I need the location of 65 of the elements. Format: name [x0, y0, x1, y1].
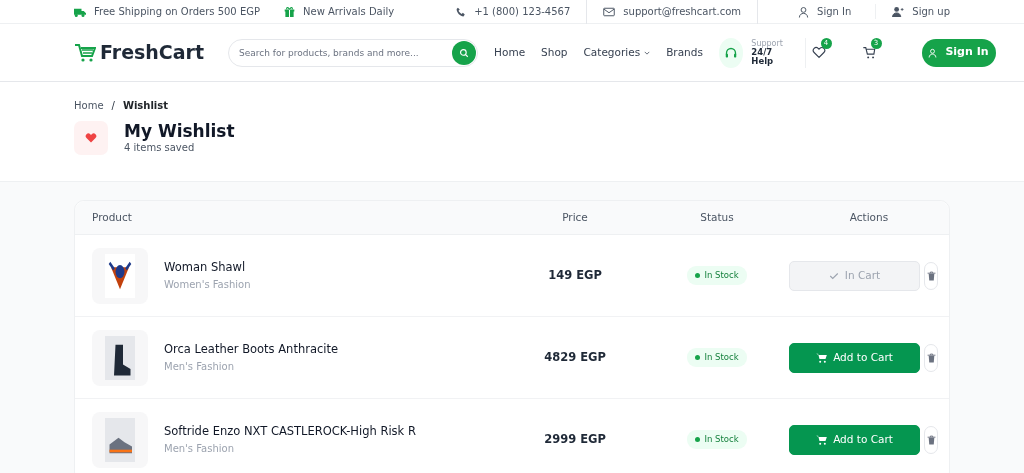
product-category: Men's Fashion	[164, 359, 235, 374]
trash-icon	[926, 352, 936, 363]
product-category: Women's Fashion	[164, 277, 251, 292]
nav-link[interactable]: Brands	[666, 44, 703, 61]
heart-icon	[84, 132, 98, 144]
stock-badge: In Stock	[687, 348, 747, 367]
nav-link[interactable]: Categories	[583, 44, 651, 61]
user-plus-icon	[892, 6, 905, 17]
arrivals-text: New Arrivals Daily	[303, 5, 395, 19]
price-text: 149 EGP	[548, 267, 602, 282]
trash-icon	[926, 434, 936, 445]
page-title: My Wishlist	[124, 121, 235, 143]
gift-icon	[284, 6, 295, 17]
logo-text: FreshCart	[100, 40, 205, 66]
mail-icon	[603, 6, 616, 17]
phone-text: +1 (800) 123-4567	[474, 5, 571, 19]
support-label: Support	[751, 40, 784, 48]
product-photo	[105, 253, 135, 298]
column-header: Status	[699, 209, 735, 225]
heart-icon	[811, 45, 826, 59]
column-header: Price	[561, 209, 589, 225]
cart-icon	[816, 434, 828, 445]
nav-link[interactable]: Shop	[541, 44, 568, 61]
nav-link[interactable]: Home	[494, 44, 526, 61]
cart-button[interactable]	[861, 44, 876, 61]
breadcrumb-item[interactable]: Home	[74, 98, 104, 113]
column-header: Actions	[848, 209, 890, 225]
stock-badge: In Stock	[687, 266, 747, 285]
delete-button[interactable]	[924, 261, 938, 290]
shipping-text: Free Shipping on Orders 500 EGP	[94, 5, 260, 19]
cart-logo-icon	[74, 42, 96, 63]
stock-badge: In Stock	[687, 430, 747, 449]
wishlist-button[interactable]	[811, 44, 826, 61]
product-name: Orca Leather Boots Anthracite	[164, 341, 339, 359]
support-hours: 24/7 Help	[751, 48, 774, 65]
email-text: support@freshcart.com	[623, 5, 742, 19]
product-photo	[105, 417, 135, 462]
sign-in-link[interactable]: Sign In	[817, 4, 852, 19]
price-text: 2999 EGP	[544, 431, 606, 446]
search-field[interactable]: Search for products, brands and more...	[228, 38, 479, 67]
product-category: Men's Fashion	[164, 441, 235, 456]
chevron-down-icon	[644, 49, 651, 56]
delete-button[interactable]	[924, 343, 938, 372]
cart-icon	[816, 352, 828, 363]
column-header: Product	[91, 209, 133, 225]
item-count-text: 4 items saved	[124, 142, 196, 155]
add-to-cart-button[interactable]: Add to Cart	[789, 424, 920, 455]
breadcrumb-item: Wishlist	[122, 99, 169, 113]
trash-icon	[926, 270, 936, 281]
cart-icon	[861, 45, 876, 59]
headset-icon	[725, 46, 738, 59]
product-name: Woman Shawl	[164, 259, 247, 277]
phone-icon	[456, 6, 467, 17]
search-icon	[459, 47, 470, 58]
sign-up-link[interactable]: Sign up	[912, 4, 950, 19]
breadcrumb-separator: /	[111, 99, 115, 113]
delete-button[interactable]	[924, 425, 938, 454]
product-photo	[105, 335, 135, 380]
truck-icon	[74, 6, 86, 17]
check-icon	[828, 270, 839, 281]
product-name: Softride Enzo NXT CASTLEROCK-High Risk R	[164, 423, 416, 441]
add-to-cart-button[interactable]: Add to Cart	[789, 342, 920, 373]
user-icon	[928, 47, 938, 58]
price-text: 4829 EGP	[544, 349, 606, 364]
user-icon	[798, 5, 810, 18]
